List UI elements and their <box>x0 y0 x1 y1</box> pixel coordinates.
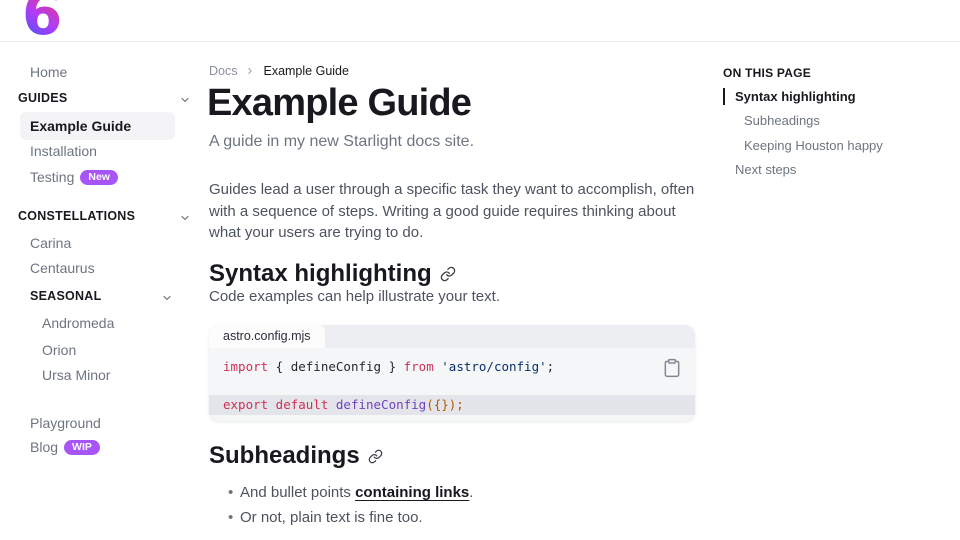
heading-syntax-highlighting: Syntax highlighting <box>209 258 456 289</box>
sidebar-section-seasonal[interactable]: SEASONAL <box>30 286 173 306</box>
sidebar-item-ursa-minor[interactable]: Ursa Minor <box>42 365 110 385</box>
sidebar-item-installation[interactable]: Installation <box>30 141 97 161</box>
intro-paragraph: Guides lead a user through a specific ta… <box>209 179 701 244</box>
toc-item-syntax-highlighting[interactable]: Syntax highlighting <box>735 88 856 105</box>
code-tab-strip: astro.config.mjs <box>209 325 695 348</box>
bullet-text: Or not, plain text is fine too. <box>240 509 423 526</box>
code-line-2 <box>209 377 695 396</box>
code-content: import { defineConfig } from 'astro/conf… <box>209 348 695 415</box>
toc-heading: ON THIS PAGE <box>723 66 811 80</box>
toc-active-indicator <box>723 88 725 105</box>
sidebar-item-example-guide[interactable]: Example Guide <box>20 112 175 140</box>
sidebar-item-label: Testing <box>30 169 74 185</box>
new-badge: New <box>80 170 118 185</box>
breadcrumb-current: Example Guide <box>263 64 348 78</box>
sidebar-item-label: Example Guide <box>20 112 175 140</box>
breadcrumb-root-link[interactable]: Docs <box>209 64 237 78</box>
chevron-right-icon <box>245 66 255 76</box>
toc-item-next-steps[interactable]: Next steps <box>735 161 796 178</box>
chevron-down-icon <box>179 210 191 230</box>
sidebar-item-playground[interactable]: Playground <box>30 413 101 433</box>
code-block: astro.config.mjs import { defineConfig }… <box>209 325 695 421</box>
toc-item-keeping-houston-happy[interactable]: Keeping Houston happy <box>744 137 883 154</box>
bullet-text: . <box>469 484 473 501</box>
code-line-3-highlighted: export default defineConfig({}); <box>209 395 695 415</box>
page-title: Example Guide <box>207 82 471 125</box>
site-logo[interactable]: 6 <box>22 0 62 43</box>
page-subtitle: A guide in my new Starlight docs site. <box>209 133 474 151</box>
sidebar-item-centaurus[interactable]: Centaurus <box>30 258 95 278</box>
sidebar-section-label: CONSTELLATIONS <box>18 209 135 223</box>
sidebar-section-label: GUIDES <box>18 91 67 105</box>
heading-text: Syntax highlighting <box>209 260 432 288</box>
sidebar-item-testing[interactable]: Testing New <box>30 167 118 187</box>
site-header <box>0 0 960 42</box>
sidebar-section-guides[interactable]: GUIDES <box>18 88 173 108</box>
chevron-down-icon <box>161 290 173 310</box>
sidebar-item-blog[interactable]: Blog WIP <box>30 437 100 457</box>
sidebar-item-carina[interactable]: Carina <box>30 233 71 253</box>
containing-links-link[interactable]: containing links <box>355 484 469 501</box>
breadcrumb: Docs Example Guide <box>209 64 349 78</box>
code-filename-tab: astro.config.mjs <box>209 325 325 348</box>
sidebar-item-andromeda[interactable]: Andromeda <box>42 313 114 333</box>
wip-badge: WIP <box>64 440 100 455</box>
sidebar-item-home[interactable]: Home <box>30 62 67 82</box>
heading-text: Subheadings <box>209 442 360 470</box>
link-icon[interactable] <box>368 443 383 471</box>
toc-item-subheadings[interactable]: Subheadings <box>744 112 820 129</box>
heading-subheadings: Subheadings <box>209 440 383 471</box>
chevron-down-icon <box>179 92 191 112</box>
link-icon[interactable] <box>440 261 456 289</box>
sidebar-section-label: SEASONAL <box>30 289 101 303</box>
sidebar-item-orion[interactable]: Orion <box>42 340 76 360</box>
list-item: Or not, plain text is fine too. <box>228 508 473 528</box>
list-item: And bullet points containing links. <box>228 483 473 503</box>
syntax-description: Code examples can help illustrate your t… <box>209 288 500 305</box>
bullet-text: And bullet points <box>240 484 355 501</box>
bullet-list: And bullet points containing links. Or n… <box>228 483 473 533</box>
sidebar-section-constellations[interactable]: CONSTELLATIONS <box>18 206 173 226</box>
clipboard-icon[interactable] <box>662 358 682 378</box>
sidebar-item-label: Blog <box>30 439 58 455</box>
code-line-1: import { defineConfig } from 'astro/conf… <box>209 358 695 377</box>
